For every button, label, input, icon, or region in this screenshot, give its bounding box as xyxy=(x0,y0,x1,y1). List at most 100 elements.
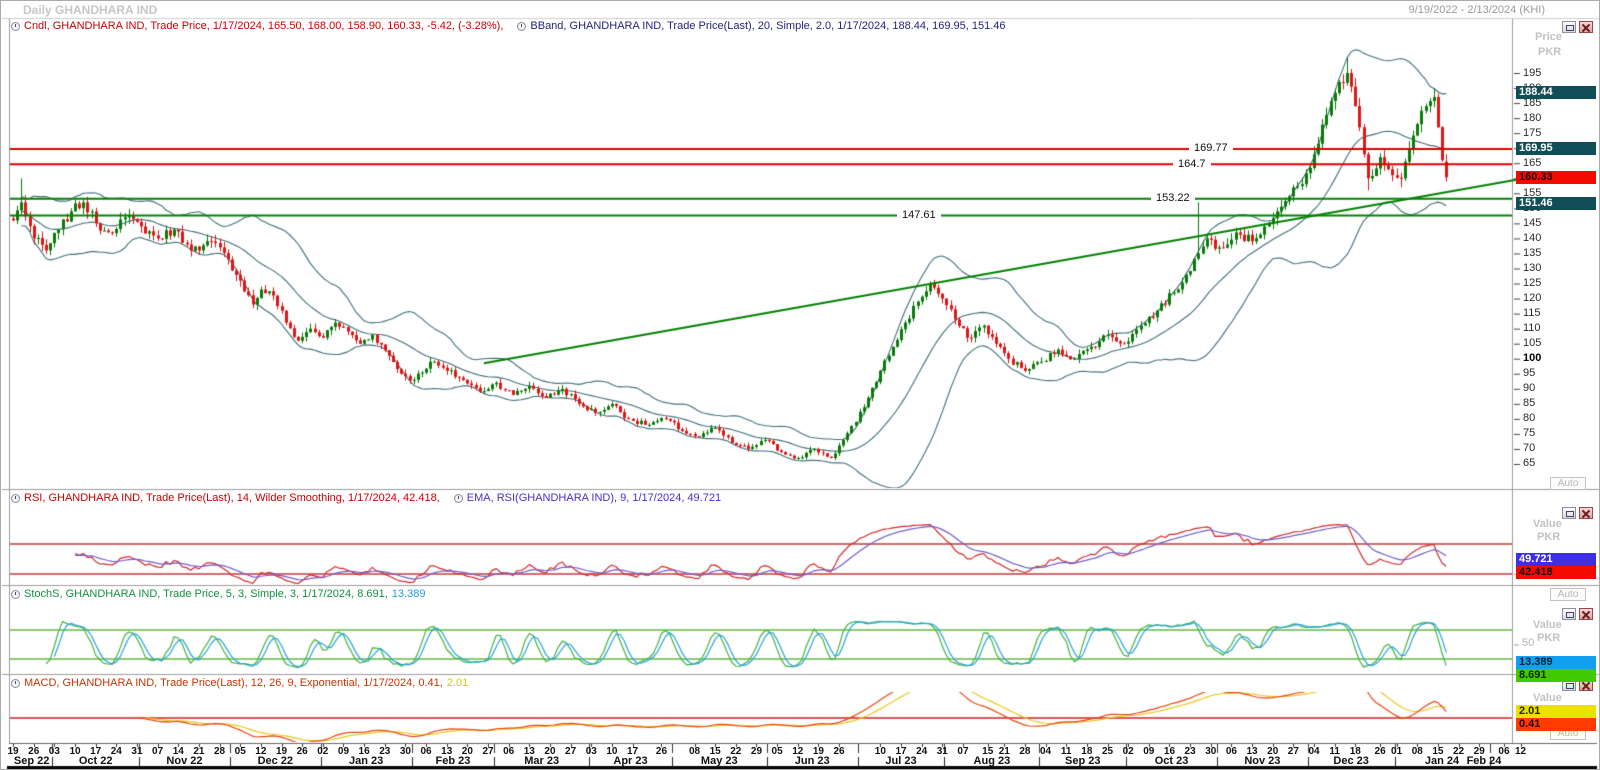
price-tick-label: 145 xyxy=(1523,217,1541,230)
chart-canvas[interactable] xyxy=(1,1,1600,770)
day-label: 07 xyxy=(952,746,974,757)
stoch-legend: StochS, GHANDHARA IND, Trade Price, 5, 3… xyxy=(11,588,425,600)
stoch-axis-unit: PKR xyxy=(1537,632,1560,644)
day-label: 04 xyxy=(1035,746,1057,757)
month-label: Sep 22 xyxy=(14,756,49,767)
day-label: 30 xyxy=(1200,746,1222,757)
minimize-icon[interactable] xyxy=(1562,608,1576,620)
day-label: 28 xyxy=(209,746,231,757)
month-label: May 23 xyxy=(701,756,738,767)
day-label: 28 xyxy=(1014,746,1036,757)
value-badge: 169.95 xyxy=(1516,142,1596,155)
value-badge: 188.44 xyxy=(1516,86,1596,99)
day-label: 27 xyxy=(560,746,582,757)
day-label: 26 xyxy=(291,746,313,757)
day-label: 03 xyxy=(580,746,602,757)
hline-label-147-61[interactable]: 147.61 xyxy=(897,209,941,222)
price-axis-auto-button[interactable]: Auto xyxy=(1550,477,1586,490)
price-tick-label: 125 xyxy=(1523,277,1541,290)
price-tick-label: 180 xyxy=(1523,112,1541,125)
day-label: 29 xyxy=(745,746,767,757)
legend-item[interactable]: BBand, GHANDHARA IND, Trade Price(Last),… xyxy=(517,20,1005,32)
month-label: Jul 23 xyxy=(885,756,916,767)
chart-window: Daily GHANDHARA IND 9/19/2022 - 2/13/202… xyxy=(0,0,1600,770)
price-tick-label: 85 xyxy=(1523,397,1535,410)
clock-icon xyxy=(11,494,20,503)
price-tick-label: 165 xyxy=(1523,157,1541,170)
legend-text: 13.389 xyxy=(392,588,426,600)
clock-icon xyxy=(517,22,526,31)
value-badge: 160.33 xyxy=(1516,171,1596,184)
price-tick-label: 115 xyxy=(1523,307,1541,320)
value-badge: 0.41 xyxy=(1516,718,1596,731)
price-tick-label: 105 xyxy=(1523,337,1541,350)
month-label: Jun 23 xyxy=(795,756,830,767)
minimize-icon[interactable] xyxy=(1562,21,1576,33)
legend-text: MACD, GHANDHARA IND, Trade Price(Last), … xyxy=(24,677,443,689)
day-label: 02 xyxy=(312,746,334,757)
month-label: Nov 22 xyxy=(166,756,202,767)
month-label: Feb 24 xyxy=(1467,756,1502,767)
day-label: 06 xyxy=(1220,746,1242,757)
rsi-axis-auto-button[interactable]: Auto xyxy=(1550,588,1586,601)
legend-item[interactable]: Cndl, GHANDHARA IND, Trade Price, 1/17/2… xyxy=(11,20,503,32)
day-label: 26 xyxy=(828,746,850,757)
day-label: 26 xyxy=(650,746,672,757)
value-badge: 8.691 xyxy=(1516,669,1596,682)
main-legend: Cndl, GHANDHARA IND, Trade Price, 1/17/2… xyxy=(11,20,1006,32)
legend-text: StochS, GHANDHARA IND, Trade Price, 5, 3… xyxy=(24,588,388,600)
day-label: 05 xyxy=(766,746,788,757)
month-label: Mar 23 xyxy=(524,756,559,767)
day-label: 02 xyxy=(1117,746,1139,757)
legend-item[interactable]: RSI, GHANDHARA IND, Trade Price(Last), 1… xyxy=(11,492,440,504)
price-tick-label: 195 xyxy=(1523,67,1541,80)
price-axis-title: Price xyxy=(1535,31,1562,43)
rsi-axis-title: Value xyxy=(1533,518,1562,530)
price-tick-label: 95 xyxy=(1523,367,1535,380)
date-range: 9/19/2022 - 2/13/2024 (KHI) xyxy=(1409,4,1545,16)
legend-item[interactable]: EMA, RSI(GHANDHARA IND), 9, 1/17/2024, 4… xyxy=(454,492,721,504)
chart-title: Daily GHANDHARA IND xyxy=(23,3,157,17)
day-label: 04 xyxy=(1303,746,1325,757)
price-axis-unit: PKR xyxy=(1538,46,1561,58)
legend-text: 2.01 xyxy=(447,677,468,689)
rsi-axis-unit: PKR xyxy=(1537,531,1560,543)
day-label: 06 xyxy=(415,746,437,757)
clock-icon xyxy=(454,494,463,503)
legend-text: BBand, GHANDHARA IND, Trade Price(Last),… xyxy=(530,20,1005,32)
macd-axis-title: Value xyxy=(1533,692,1562,704)
clock-icon xyxy=(11,590,20,599)
price-tick-label: 140 xyxy=(1523,232,1541,245)
close-icon[interactable] xyxy=(1579,608,1593,620)
price-tick-label: 120 xyxy=(1523,292,1541,305)
month-label: Oct 22 xyxy=(79,756,113,767)
hline-label-164-7[interactable]: 164.7 xyxy=(1173,158,1211,171)
month-label: Dec 23 xyxy=(1333,756,1368,767)
hline-label-169-77[interactable]: 169.77 xyxy=(1189,142,1233,155)
value-badge: 2.01 xyxy=(1516,705,1596,718)
day-label: 27 xyxy=(1282,746,1304,757)
month-label: Feb 23 xyxy=(435,756,470,767)
day-label: 07 xyxy=(147,746,169,757)
price-tick-label: 110 xyxy=(1523,322,1541,335)
value-badge: 151.46 xyxy=(1516,197,1596,210)
price-tick-label: 130 xyxy=(1523,262,1541,275)
close-icon[interactable] xyxy=(1579,21,1593,33)
minimize-icon[interactable] xyxy=(1562,507,1576,519)
month-label: Jan 23 xyxy=(349,756,383,767)
day-label: 05 xyxy=(229,746,251,757)
legend-item[interactable]: StochS, GHANDHARA IND, Trade Price, 5, 3… xyxy=(11,588,425,600)
clock-icon xyxy=(11,679,20,688)
rsi-panel-controls xyxy=(1562,507,1593,519)
price-tick-label: 70 xyxy=(1523,442,1535,455)
legend-item[interactable]: MACD, GHANDHARA IND, Trade Price(Last), … xyxy=(11,677,468,689)
clock-icon xyxy=(11,22,20,31)
day-label: 27 xyxy=(477,746,499,757)
month-label: Aug 23 xyxy=(974,756,1011,767)
close-icon[interactable] xyxy=(1579,507,1593,519)
hline-label-153-22[interactable]: 153.22 xyxy=(1151,192,1195,205)
price-tick-label: 175 xyxy=(1523,127,1541,140)
price-tick-label: 135 xyxy=(1523,247,1541,260)
stoch-ghost-tick: 50 xyxy=(1522,637,1534,649)
day-label: 01 xyxy=(1386,746,1408,757)
